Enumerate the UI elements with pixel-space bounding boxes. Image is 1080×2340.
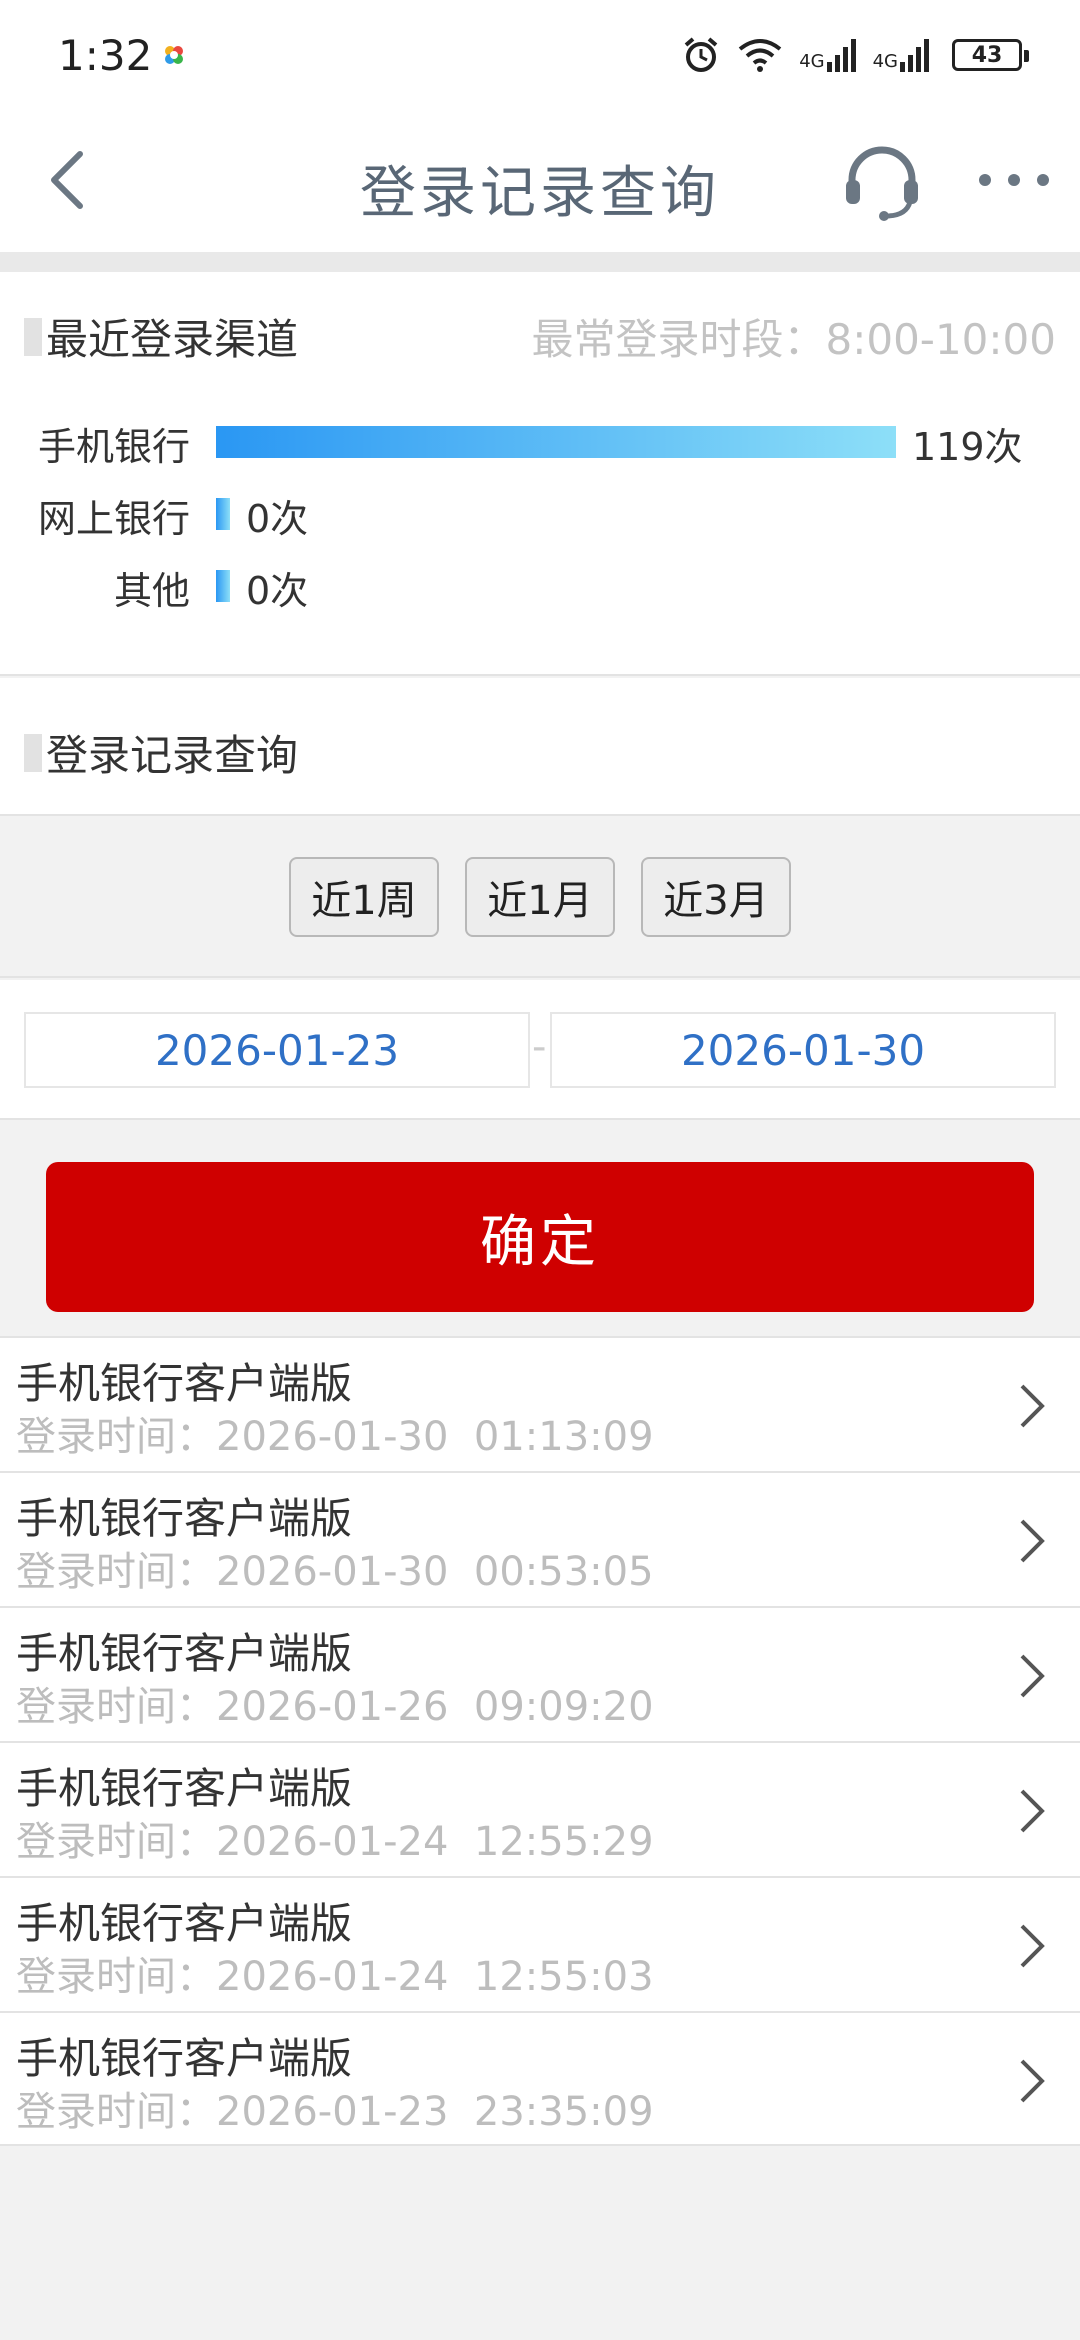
recent-channels-title: 最近登录渠道: [46, 315, 299, 364]
range-button-group: 近1周 近1月 近3月: [0, 818, 1080, 978]
battery-level: 43: [971, 42, 1003, 68]
app-notification-icon: [165, 46, 184, 64]
chevron-right-icon: [1020, 1924, 1045, 1968]
channel-bar: [216, 498, 230, 530]
frequent-time-label: 最常登录时段：: [531, 315, 826, 364]
range-1-week-button[interactable]: 近1周: [289, 857, 439, 937]
status-bar: 1:32 4G 4G 43: [0, 0, 1080, 110]
list-item[interactable]: 手机银行客户端版 登录时间：2026-01-30 00:53:05: [0, 1471, 1080, 1606]
list-item[interactable]: 手机银行客户端版 登录时间：2026-01-24 12:55:29: [0, 1741, 1080, 1876]
navigation-bar: 登录记录查询: [0, 110, 1080, 252]
divider: [0, 252, 1080, 272]
title-marker: [24, 317, 42, 356]
title-marker: [24, 733, 42, 772]
channel-row: 其他 0次: [0, 558, 1080, 613]
channel-label: 网上银行: [37, 497, 190, 541]
channel-bar: [216, 570, 230, 602]
record-time: 登录时间：2026-01-26 09:09:20: [16, 1684, 654, 1730]
range-3-months-button[interactable]: 近3月: [641, 857, 791, 937]
record-channel: 手机银行客户端版: [16, 2034, 353, 2083]
login-query-title: 登录记录查询: [46, 731, 299, 780]
signal-bars-icon: [900, 39, 929, 72]
clock: 1:32: [58, 30, 153, 80]
more-icon[interactable]: [975, 155, 1053, 205]
channel-label: 其他: [113, 569, 190, 613]
section-title: 登录记录查询: [24, 722, 298, 783]
channel-row: 手机银行 119次: [0, 414, 1080, 469]
list-item[interactable]: 手机银行客户端版 登录时间：2026-01-24 12:55:03: [0, 1876, 1080, 2011]
record-time: 登录时间：2026-01-30 01:13:09: [16, 1414, 654, 1460]
section-title: 最近登录渠道: [24, 306, 298, 367]
record-time: 登录时间：2026-01-30 00:53:05: [16, 1549, 654, 1595]
channel-count: 119次: [912, 425, 1023, 469]
frequent-time: 最常登录时段：8:00-10:00: [531, 306, 1056, 367]
chevron-right-icon: [1020, 1654, 1045, 1698]
record-time: 登录时间：2026-01-24 12:55:29: [16, 1819, 654, 1865]
chevron-right-icon: [1020, 1789, 1045, 1833]
record-channel: 手机银行客户端版: [16, 1629, 353, 1678]
chevron-right-icon: [1020, 1519, 1045, 1563]
headset-icon[interactable]: [840, 140, 924, 224]
channel-count: 0次: [246, 569, 309, 613]
battery-icon: 43: [952, 39, 1029, 71]
start-date-field[interactable]: 2026-01-23: [24, 1012, 530, 1088]
record-channel: 手机银行客户端版: [16, 1764, 353, 1813]
record-channel: 手机银行客户端版: [16, 1359, 353, 1408]
range-1-month-button[interactable]: 近1月: [465, 857, 615, 937]
signal-bars-icon: [826, 39, 856, 72]
recent-channels-section: 最近登录渠道 最常登录时段：8:00-10:00 手机银行 119次 网上银行 …: [0, 272, 1080, 676]
record-time: 登录时间：2026-01-23 23:35:09: [16, 2089, 654, 2135]
record-channel: 手机银行客户端版: [16, 1494, 353, 1543]
confirm-button[interactable]: 确定: [46, 1162, 1034, 1312]
list-item[interactable]: 手机银行客户端版 登录时间：2026-01-30 01:13:09: [0, 1336, 1080, 1471]
record-channel: 手机银行客户端版: [16, 1899, 353, 1948]
cell-signal-1: 4G: [799, 38, 856, 72]
frequent-time-value: 8:00-10:00: [825, 315, 1056, 364]
end-date-field[interactable]: 2026-01-30: [550, 1012, 1056, 1088]
channel-row: 网上银行 0次: [0, 486, 1080, 541]
status-icons: 4G 4G 43: [681, 35, 1029, 75]
login-records-list: 手机银行客户端版 登录时间：2026-01-30 01:13:09 手机银行客户…: [0, 1336, 1080, 2146]
chevron-right-icon: [1020, 2059, 1045, 2103]
channel-bar: [216, 426, 896, 458]
cell-signal-2: 4G: [873, 38, 930, 72]
chevron-right-icon: [1020, 1384, 1045, 1428]
confirm-area: 确定: [0, 1122, 1080, 1336]
channel-label: 手机银行: [37, 425, 190, 469]
alarm-icon: [684, 37, 718, 72]
list-item[interactable]: 手机银行客户端版 登录时间：2026-01-23 23:35:09: [0, 2011, 1080, 2146]
list-item[interactable]: 手机银行客户端版 登录时间：2026-01-26 09:09:20: [0, 1606, 1080, 1741]
wifi-icon: [738, 39, 782, 72]
record-time: 登录时间：2026-01-24 12:55:03: [16, 1954, 654, 2000]
date-separator: -: [532, 1024, 547, 1070]
date-range-row: 2026-01-23 - 2026-01-30: [0, 980, 1080, 1120]
channel-count: 0次: [246, 497, 309, 541]
login-query-section: 登录记录查询: [0, 678, 1080, 816]
